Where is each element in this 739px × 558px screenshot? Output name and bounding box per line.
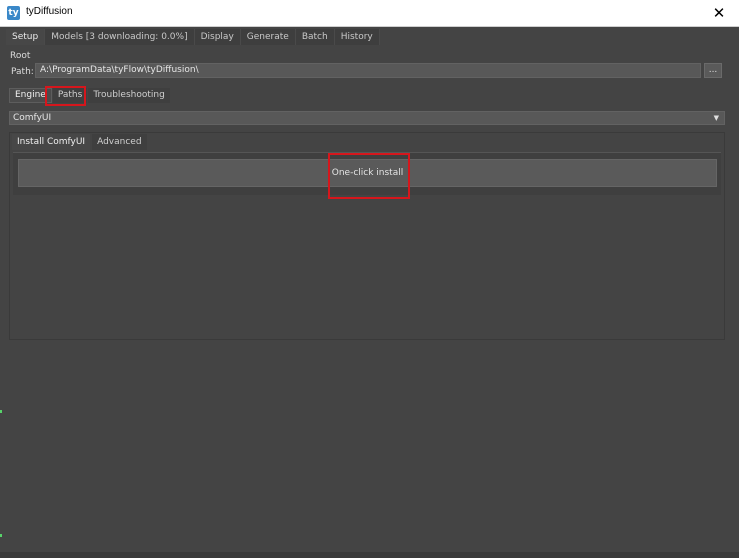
root-label: Root	[10, 51, 31, 61]
edge-marker	[0, 410, 2, 413]
engine-select-value: ComfyUI	[13, 113, 52, 123]
title-bar: ty tyDiffusion ✕	[0, 0, 739, 27]
engine-subtabs: Engine Paths Troubleshooting	[9, 88, 171, 103]
engine-select[interactable]: ComfyUI ▼	[9, 111, 725, 125]
tab-install-comfyui[interactable]: Install ComfyUI	[12, 134, 91, 150]
tydiffusion-window: ty tyDiffusion ✕ Setup Models [3 downloa…	[0, 0, 739, 558]
tab-models[interactable]: Models [3 downloading: 0.0%]	[45, 29, 195, 45]
tab-display[interactable]: Display	[194, 29, 241, 45]
bottom-edge	[0, 552, 739, 558]
tab-history[interactable]: History	[334, 29, 380, 45]
app-icon: ty	[7, 6, 20, 20]
tab-troubleshooting[interactable]: Troubleshooting	[88, 88, 170, 103]
tab-advanced[interactable]: Advanced	[92, 134, 147, 150]
root-path-input[interactable]	[35, 63, 701, 78]
close-button[interactable]: ✕	[699, 0, 739, 26]
browse-button[interactable]: ...	[704, 63, 722, 78]
chevron-down-icon: ▼	[713, 114, 719, 122]
tab-batch[interactable]: Batch	[295, 29, 335, 45]
main-tabs: Setup Models [3 downloading: 0.0%] Displ…	[6, 29, 380, 45]
tab-setup[interactable]: Setup	[6, 29, 46, 45]
path-label: Path:	[11, 67, 34, 77]
highlight-box-install	[328, 153, 410, 199]
window-title: tyDiffusion	[26, 6, 73, 17]
tab-generate[interactable]: Generate	[240, 29, 296, 45]
highlight-box-paths	[45, 86, 86, 106]
install-tabs: Install ComfyUI Advanced	[12, 134, 149, 150]
edge-marker	[0, 534, 2, 537]
